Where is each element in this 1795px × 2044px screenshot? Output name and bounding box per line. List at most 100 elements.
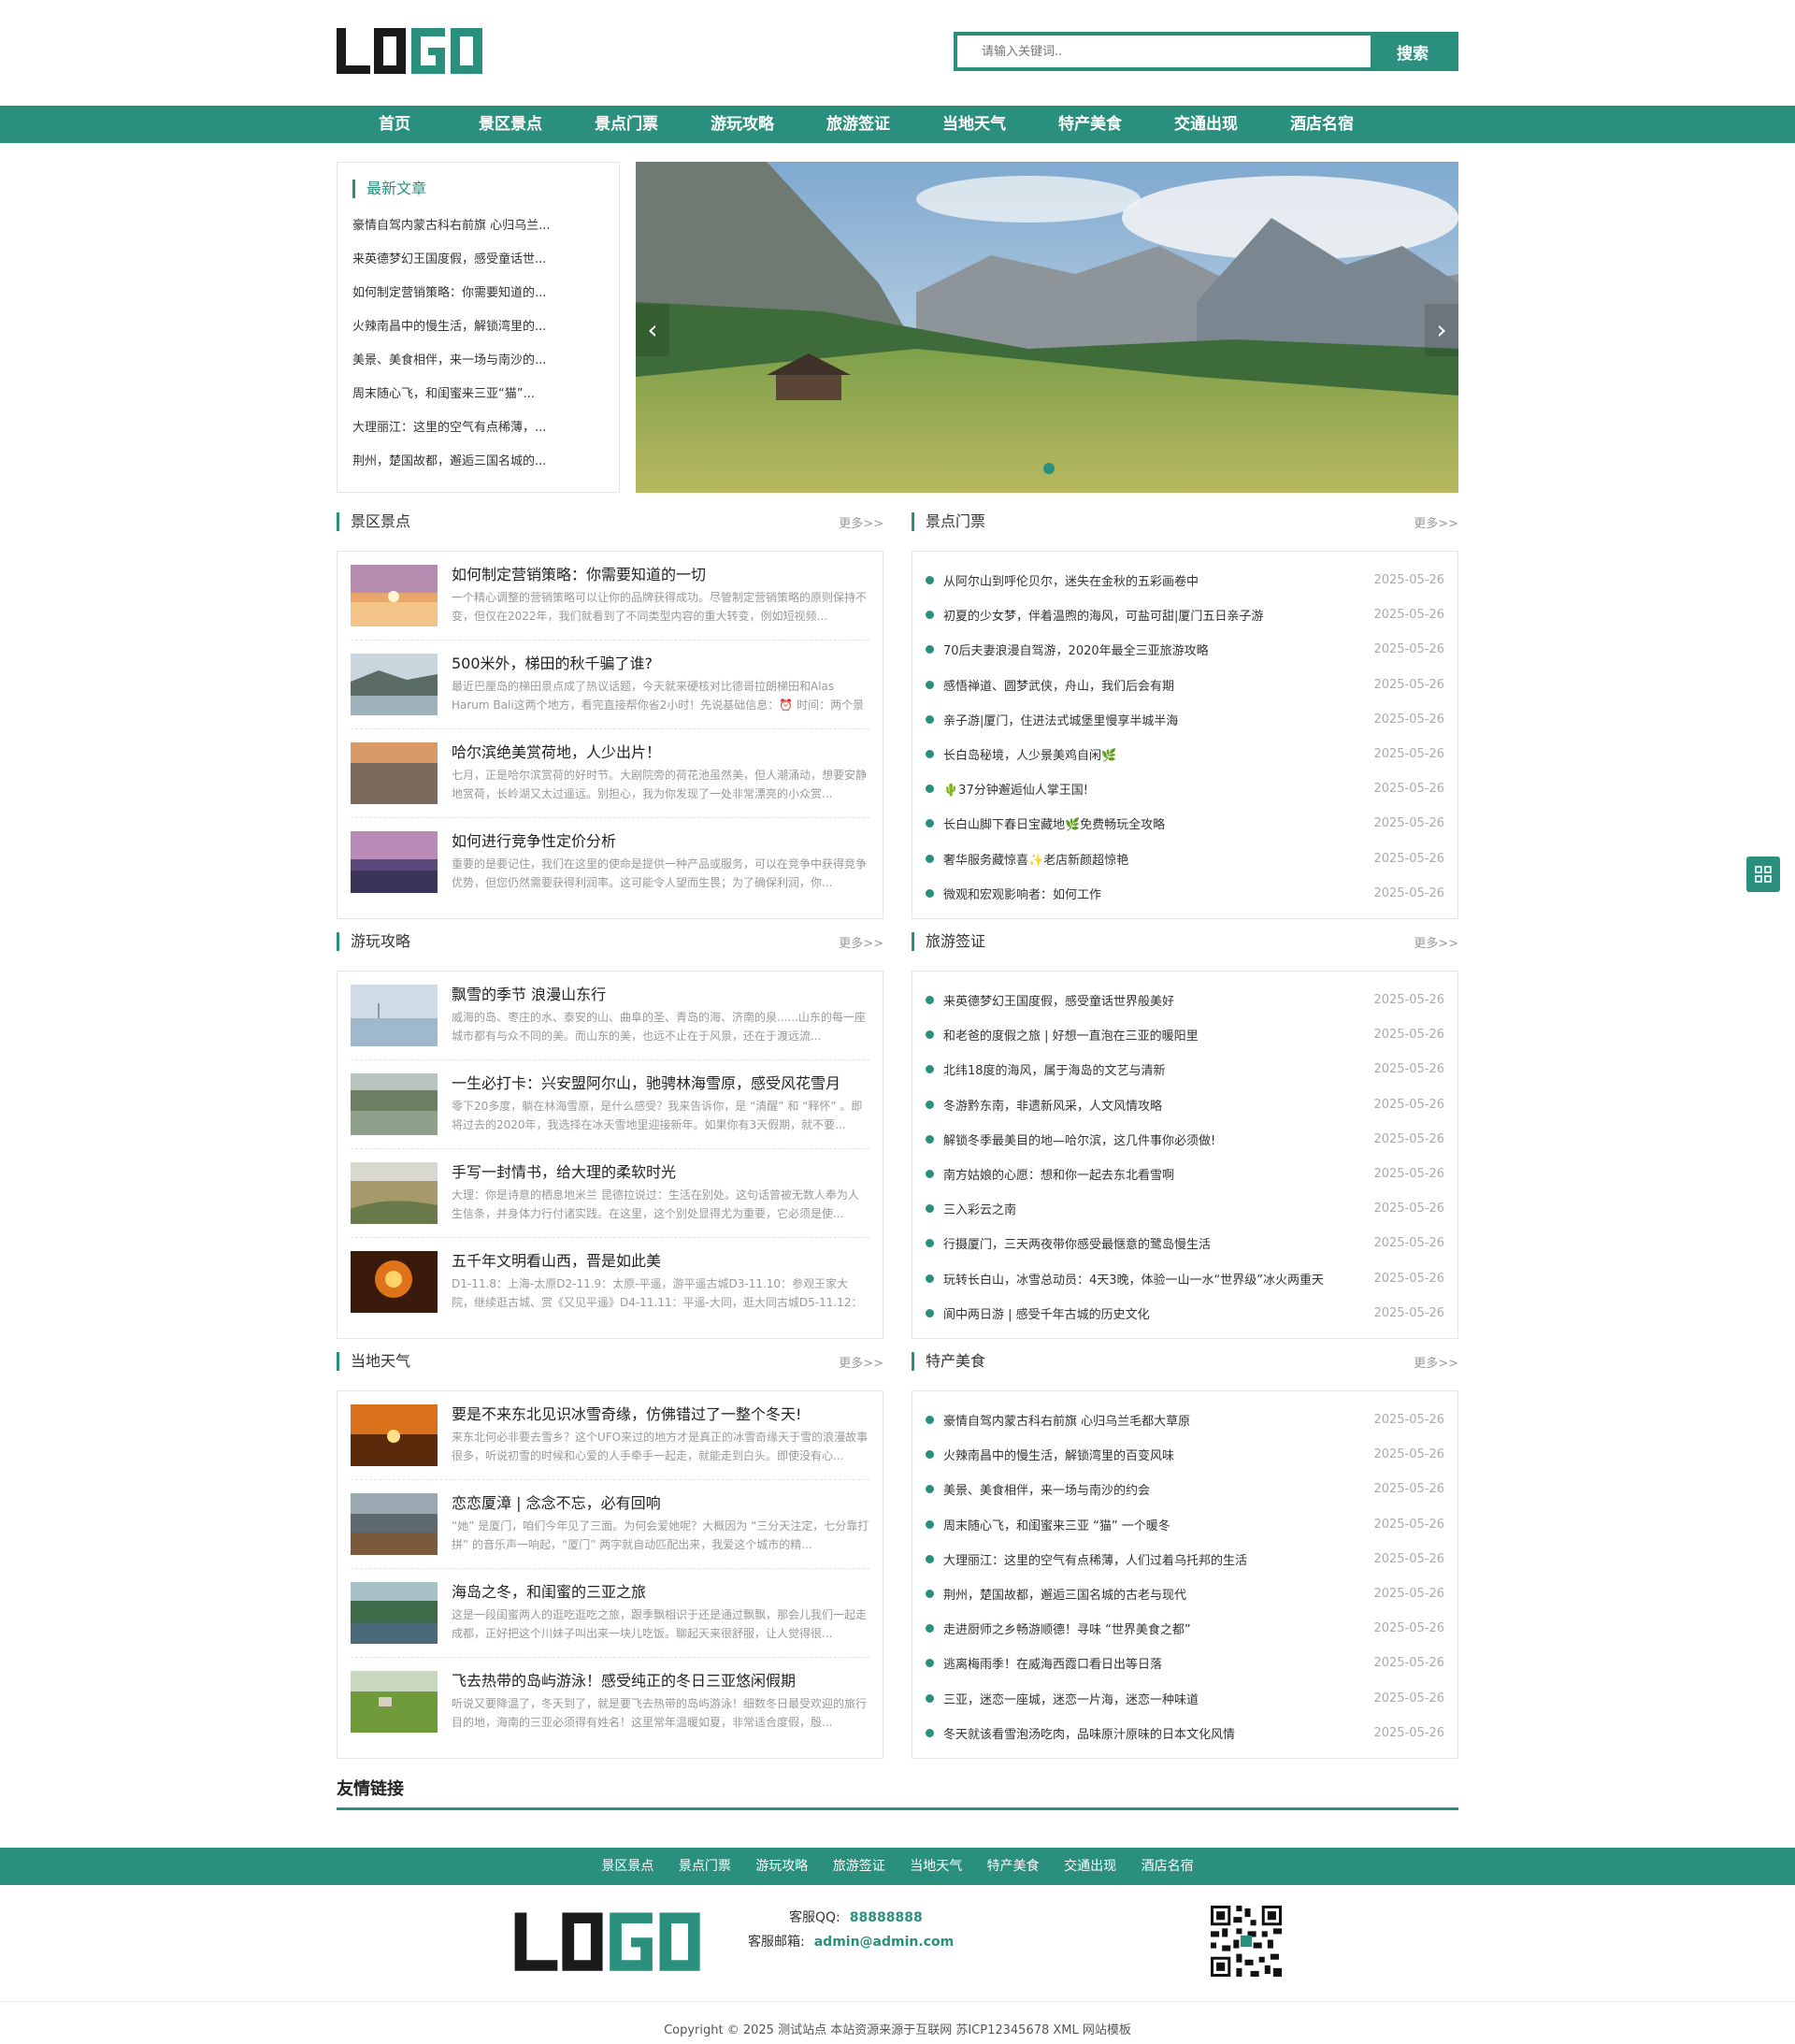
article-title[interactable]: 500米外，梯田的秋千骗了谁? [452,654,869,674]
more-link[interactable]: 更多>> [839,1353,883,1371]
search-button[interactable]: 搜索 [1371,36,1455,67]
list-item[interactable]: 美景、美食相伴，来一场与南沙的约会 2025-05-26 [926,1472,1444,1506]
footer-nav-item[interactable]: 旅游签证 [833,1848,885,1885]
list-item-title[interactable]: 从阿尔山到呼伦贝尔，迷失在金秋的五彩画卷中 [943,571,1360,589]
list-item-title[interactable]: 火辣南昌中的慢生活，解锁湾里的百变风味 [943,1446,1360,1463]
nav-food[interactable]: 特产美食 [1032,106,1148,143]
list-item-title[interactable]: 荆州，楚国故都，邂逅三国名城的古老与现代 [943,1585,1360,1603]
list-item-title[interactable]: 冬天就该看雪泡汤吃肉，品味原汁原味的日本文化风情 [943,1724,1360,1742]
list-item-title[interactable]: 亲子游|厦门，住进法式城堡里慢享半城半海 [943,711,1360,728]
nav-hotel[interactable]: 酒店名宿 [1264,106,1380,143]
article-thumbnail[interactable] [351,985,438,1046]
article-thumbnail[interactable] [351,1162,438,1224]
list-item-title[interactable]: 长白山脚下春日宝藏地🌿免费畅玩全攻略 [943,814,1360,832]
nav-guides[interactable]: 游玩攻略 [684,106,800,143]
article-item[interactable]: 500米外，梯田的秋千骗了谁? 最近巴厘岛的梯田景点成了热议话题，今天就来硬核对比… [351,641,869,729]
list-item-title[interactable]: 70后夫妻浪漫自驾游，2020年最全三亚旅游攻略 [943,641,1360,658]
list-item[interactable]: 感悟禅道、圆梦武侠，舟山，我们后会有期 2025-05-26 [926,668,1444,702]
list-item[interactable]: 来英德梦幻王国度假，感受童话世界般美好 2025-05-26 [926,983,1444,1017]
list-item[interactable]: 从阿尔山到呼伦贝尔，迷失在金秋的五彩画卷中 2025-05-26 [926,563,1444,597]
article-item[interactable]: 飞去热带的岛屿游泳！感受纯正的冬日三亚悠闲假期 听说又要降温了，冬天到了，就是要飞… [351,1658,869,1747]
article-item[interactable]: 五千年文明看山西，晋是如此美 D1-11.8：上海-太原D2-11.9：太原-平遥… [351,1238,869,1327]
list-item[interactable]: 火辣南昌中的慢生活，解锁湾里的百变风味 2025-05-26 [926,1437,1444,1472]
nav-scenic[interactable]: 景区景点 [452,106,568,143]
article-title[interactable]: 哈尔滨绝美赏荷地，人少出片！ [452,742,869,763]
list-item[interactable]: 豪情自驾内蒙古科右前旗 心归乌兰毛都大草原 2025-05-26 [926,1403,1444,1437]
article-item[interactable]: 海岛之冬，和闺蜜的三亚之旅 这是一段闺蜜两人的逛吃逛吃之旅，跟季飘相识于还是通过飘… [351,1569,869,1658]
more-link[interactable]: 更多>> [1414,513,1458,531]
footer-nav-item[interactable]: 酒店名宿 [1142,1848,1194,1885]
nav-home[interactable]: 首页 [337,106,452,143]
list-item[interactable]: 走进厨师之乡畅游顺德！寻味 “世界美食之都” 2025-05-26 [926,1611,1444,1646]
list-item-title[interactable]: 感悟禅道、圆梦武侠，舟山，我们后会有期 [943,676,1360,694]
list-item-title[interactable]: 逃离梅雨季！在威海西霞口看日出等日落 [943,1654,1360,1672]
article-item[interactable]: 如何进行竞争性定价分析 重要的是要记住，我们在这里的使命是提供一种产品或服务，可以… [351,818,869,907]
article-item[interactable]: 飘雪的季节 浪漫山东行 威海的岛、枣庄的水、泰安的山、曲阜的圣、青岛的海、济南的泉… [351,972,869,1060]
article-item[interactable]: 一生必打卡：兴安盟阿尔山，驰骋林海雪原，感受风花雪月 零下20多度，躺在林海雪原，… [351,1060,869,1149]
nav-tickets[interactable]: 景点门票 [568,106,684,143]
footer-nav-item[interactable]: 景区景点 [601,1848,653,1885]
list-item[interactable]: 行摄厦门，三天两夜带你感受最惬意的鹭岛慢生活 2025-05-26 [926,1226,1444,1260]
list-item-title[interactable]: 微观和宏观影响者：如何工作 [943,885,1360,902]
article-item[interactable]: 手写一封情书，给大理的柔软时光 大理：你是诗意的栖息地米兰 昆德拉说过：生活在别处… [351,1149,869,1238]
list-item[interactable]: 北纬18度的海风，属于海岛的文艺与清新 2025-05-26 [926,1052,1444,1087]
list-item-title[interactable]: 玩转长白山，冰雪总动员：4天3晚，体验一山一水“世界级”冰火两重天 [943,1270,1360,1288]
article-title[interactable]: 手写一封情书，给大理的柔软时光 [452,1162,869,1183]
list-item-title[interactable]: 三入彩云之南 [943,1200,1360,1217]
list-item[interactable]: 大理丽江：这里的空气有点稀薄，人们过着乌托邦的生活 2025-05-26 [926,1542,1444,1576]
more-link[interactable]: 更多>> [1414,933,1458,951]
latest-item[interactable]: 美景、美食相伴，来一场与南沙的... [352,344,604,378]
more-link[interactable]: 更多>> [839,513,883,531]
article-title[interactable]: 一生必打卡：兴安盟阿尔山，驰骋林海雪原，感受风花雪月 [452,1073,869,1094]
list-item-title[interactable]: 🌵37分钟邂逅仙人掌王国! [943,780,1360,798]
footer-nav-item[interactable]: 当地天气 [910,1848,962,1885]
footer-nav-item[interactable]: 特产美食 [987,1848,1040,1885]
list-item-title[interactable]: 大理丽江：这里的空气有点稀薄，人们过着乌托邦的生活 [943,1550,1360,1568]
list-item[interactable]: 三入彩云之南 2025-05-26 [926,1191,1444,1226]
list-item[interactable]: 微观和宏观影响者：如何工作 2025-05-26 [926,876,1444,911]
qq-value[interactable]: 88888888 [850,1910,923,1925]
footer-logo[interactable] [514,1904,712,1979]
list-item-title[interactable]: 南方姑娘的心愿：想和你一起去东北看雪啊 [943,1165,1360,1183]
article-thumbnail[interactable] [351,1251,438,1313]
list-item-title[interactable]: 北纬18度的海风，属于海岛的文艺与清新 [943,1060,1360,1078]
latest-item[interactable]: 荆州，楚国故都，邂逅三国名城的... [352,445,604,479]
list-item[interactable]: 🌵37分钟邂逅仙人掌王国! 2025-05-26 [926,771,1444,806]
nav-weather[interactable]: 当地天气 [916,106,1032,143]
list-item-title[interactable]: 和老爸的度假之旅 | 好想一直泡在三亚的暖阳里 [943,1026,1360,1044]
list-item[interactable]: 解锁冬季最美目的地—哈尔滨，这几件事你必须做! 2025-05-26 [926,1122,1444,1157]
latest-item[interactable]: 来英德梦幻王国度假，感受童话世... [352,243,604,277]
list-item[interactable]: 70后夫妻浪漫自驾游，2020年最全三亚旅游攻略 2025-05-26 [926,632,1444,667]
article-thumbnail[interactable] [351,1582,438,1644]
list-item-title[interactable]: 冬游黔东南，非遗新风采，人文风情攻略 [943,1096,1360,1114]
article-thumbnail[interactable] [351,831,438,893]
article-title[interactable]: 如何进行竞争性定价分析 [452,831,869,852]
list-item-title[interactable]: 行摄厦门，三天两夜带你感受最惬意的鹭岛慢生活 [943,1234,1360,1252]
next-slide-icon[interactable]: › [1425,304,1458,356]
list-item[interactable]: 长白山脚下春日宝藏地🌿免费畅玩全攻略 2025-05-26 [926,806,1444,841]
list-item-title[interactable]: 三亚，迷恋一座城，迷恋一片海，迷恋一种味道 [943,1690,1360,1707]
list-item[interactable]: 逃离梅雨季！在威海西霞口看日出等日落 2025-05-26 [926,1646,1444,1680]
article-title[interactable]: 五千年文明看山西，晋是如此美 [452,1251,869,1272]
list-item[interactable]: 三亚，迷恋一座城，迷恋一片海，迷恋一种味道 2025-05-26 [926,1681,1444,1716]
list-item[interactable]: 周末随心飞，和闺蜜来三亚 “猫” 一个暖冬 2025-05-26 [926,1507,1444,1542]
article-thumbnail[interactable] [351,654,438,715]
article-thumbnail[interactable] [351,565,438,626]
list-item-title[interactable]: 阆中两日游 | 感受千年古城的历史文化 [943,1304,1360,1322]
banner-slider[interactable]: ‹ › [636,162,1458,493]
list-item[interactable]: 长白岛秘境，人少景美鸡自闲🌿 2025-05-26 [926,737,1444,771]
article-title[interactable]: 如何制定营销策略：你需要知道的一切 [452,565,869,585]
list-item-title[interactable]: 解锁冬季最美目的地—哈尔滨，这几件事你必须做! [943,1130,1360,1148]
slide-indicator[interactable] [1043,463,1055,474]
more-link[interactable]: 更多>> [1414,1353,1458,1371]
article-title[interactable]: 飞去热带的岛屿游泳！感受纯正的冬日三亚悠闲假期 [452,1671,869,1691]
search-input[interactable] [957,36,1371,67]
list-item[interactable]: 阆中两日游 | 感受千年古城的历史文化 2025-05-26 [926,1296,1444,1331]
nav-visa[interactable]: 旅游签证 [800,106,916,143]
article-item[interactable]: 哈尔滨绝美赏荷地，人少出片！ 七月，正是哈尔滨赏荷的好时节。大剧院旁的荷花池虽然美… [351,729,869,818]
list-item[interactable]: 荆州，楚国故都，邂逅三国名城的古老与现代 2025-05-26 [926,1576,1444,1611]
article-title[interactable]: 飘雪的季节 浪漫山东行 [452,985,869,1005]
latest-item[interactable]: 如何制定营销策略：你需要知道的... [352,277,604,310]
list-item-title[interactable]: 奢华服务藏惊喜✨老店新颜超惊艳 [943,850,1360,868]
footer-nav-item[interactable]: 交通出现 [1064,1848,1116,1885]
